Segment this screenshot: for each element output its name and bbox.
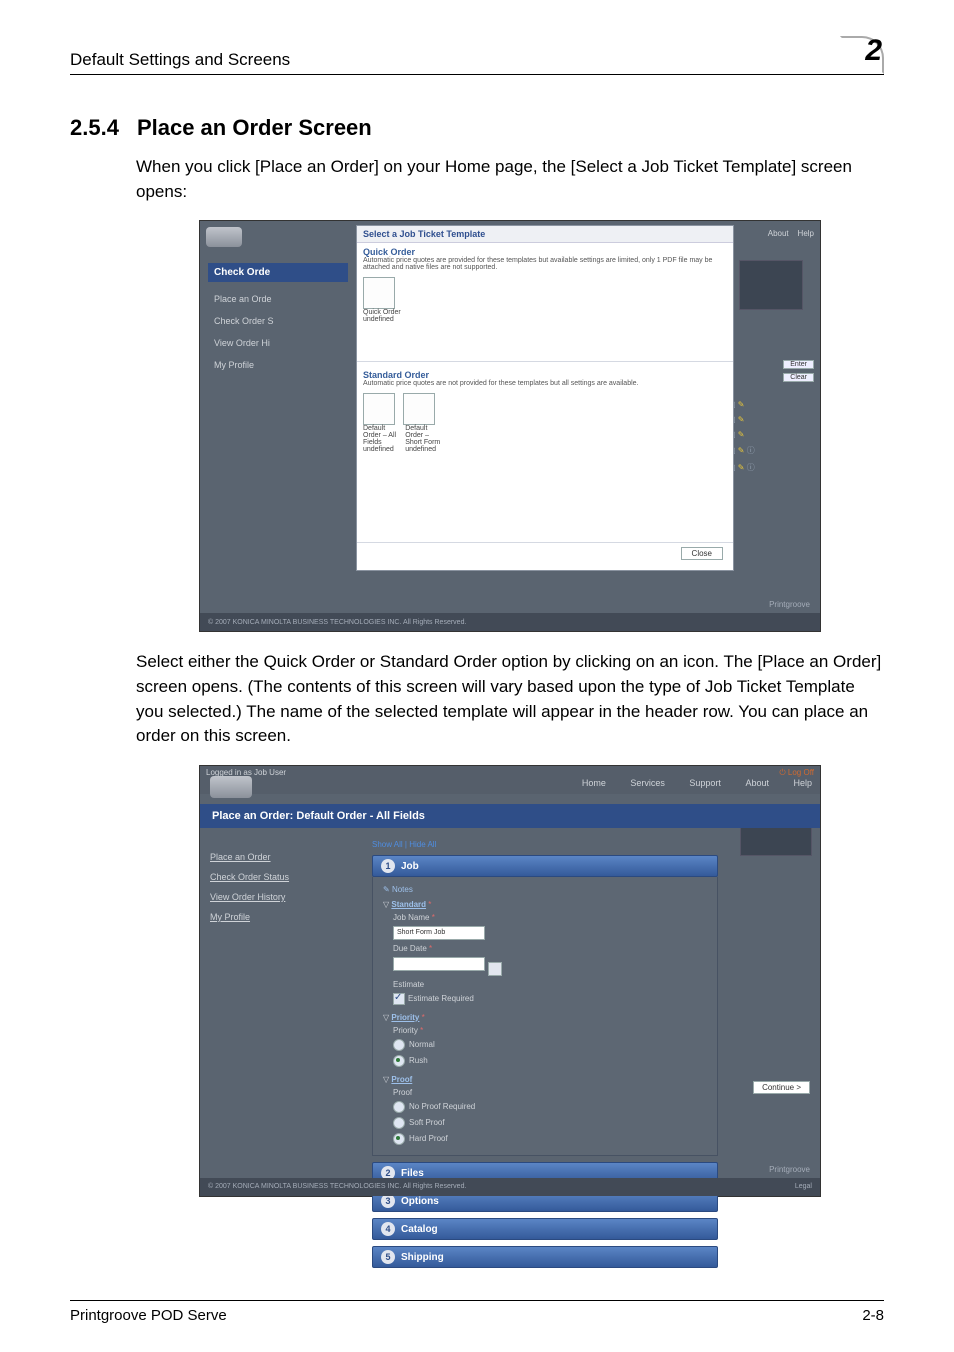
clear-button[interactable]: Clear <box>783 373 814 382</box>
topnav-about[interactable]: About <box>745 778 769 788</box>
nav-view-history[interactable]: View Order History <box>210 892 370 902</box>
standard-template-2-undef: undefined <box>405 446 436 453</box>
accordion-job[interactable]: 1Job <box>372 855 718 877</box>
accordion-shipping[interactable]: 5Shipping <box>372 1246 718 1268</box>
standard-template-icon-2[interactable] <box>403 393 435 425</box>
proof-none-radio[interactable] <box>393 1101 405 1113</box>
priority-label: Priority * <box>393 1026 707 1035</box>
job-name-label: Job Name * <box>393 913 707 922</box>
standard-order-desc: Automatic price quotes are not provided … <box>363 380 727 387</box>
notes-link[interactable]: Notes <box>392 885 413 894</box>
nav-my-profile[interactable]: My Profile <box>200 354 356 376</box>
select-template-dialog: Select a Job Ticket Template Quick Order… <box>356 225 734 571</box>
hide-all-link[interactable]: Hide All <box>409 840 436 849</box>
job-panel: ✎ Notes ▽ Standard * Job Name * Short Fo… <box>372 877 718 1156</box>
proof-soft-radio[interactable] <box>393 1117 405 1129</box>
section-title: Place an Order Screen <box>137 115 372 141</box>
brand-logo <box>210 776 252 798</box>
standard-template-2-label: Default Order – Short Form <box>405 425 440 446</box>
brand-logo <box>206 227 242 247</box>
job-name-input[interactable]: Short Form Job <box>393 926 485 940</box>
legal-link[interactable]: Legal <box>795 1183 812 1190</box>
close-button[interactable]: Close <box>681 547 723 560</box>
proof-hard-label: Hard Proof <box>409 1134 448 1143</box>
due-date-label: Due Date * <box>393 944 707 953</box>
topnav-support[interactable]: Support <box>689 778 721 788</box>
section-number: 2.5.4 <box>70 115 119 141</box>
standard-template-icon-1[interactable] <box>363 393 395 425</box>
proof-soft-label: Soft Proof <box>409 1118 445 1127</box>
edit-row[interactable]: ▣ ✎ <box>728 415 814 424</box>
edit-row[interactable]: ▣ ✎ <box>728 400 814 409</box>
chapter-number: 2 <box>865 34 882 68</box>
quick-order-desc: Automatic price quotes are provided for … <box>363 257 727 271</box>
topnav-help[interactable]: Help <box>798 229 814 238</box>
standard-template-1-undef: undefined <box>363 446 394 453</box>
accordion-num-catalog: 4 <box>381 1222 395 1236</box>
continue-button[interactable]: Continue > <box>753 1081 810 1094</box>
estimate-required-label: Estimate Required <box>408 994 474 1003</box>
topnav-about[interactable]: About <box>768 229 789 238</box>
quick-order-heading: Quick Order <box>363 247 727 257</box>
footer-product: Printgroove POD Serve <box>70 1307 227 1324</box>
dialog-title: Select a Job Ticket Template <box>357 226 733 243</box>
nav-check-status[interactable]: Check Order S <box>200 310 356 332</box>
accordion-num-job: 1 <box>381 859 395 873</box>
running-header: Default Settings and Screens <box>70 50 290 70</box>
page-banner: Place an Order: Default Order - All Fiel… <box>200 804 820 828</box>
nav-view-history[interactable]: View Order Hi <box>200 332 356 354</box>
screenshot-select-template: Check Orde Place an Orde Check Order S V… <box>199 220 821 632</box>
accordion-catalog[interactable]: 4Catalog <box>372 1218 718 1240</box>
accordion-num-shipping: 5 <box>381 1250 395 1264</box>
topnav-home[interactable]: Home <box>582 778 606 788</box>
priority-rush-label: Rush <box>409 1056 428 1065</box>
estimate-required-checkbox[interactable] <box>393 993 405 1005</box>
nav-check-status[interactable]: Check Order Status <box>210 872 370 882</box>
quick-order-undefined: undefined <box>363 316 394 323</box>
edit-row[interactable]: ▣ ✎ ⓘ <box>728 445 814 456</box>
copyright-text: © 2007 KONICA MINOLTA BUSINESS TECHNOLOG… <box>208 619 466 626</box>
proof-none-label: No Proof Required <box>409 1102 475 1111</box>
nav-place-order[interactable]: Place an Order <box>210 852 370 862</box>
page-banner: Check Orde <box>208 263 348 282</box>
priority-section[interactable]: Priority <box>391 1013 419 1022</box>
priority-normal-label: Normal <box>409 1040 435 1049</box>
proof-section[interactable]: Proof <box>391 1075 412 1084</box>
quick-order-template-icon[interactable] <box>363 277 395 309</box>
topnav-help[interactable]: Help <box>793 778 812 788</box>
edit-row[interactable]: ▣ ✎ ⓘ <box>728 462 814 473</box>
due-date-input[interactable] <box>393 957 485 971</box>
estimate-heading: Estimate <box>393 980 707 989</box>
enter-button[interactable]: Enter <box>783 360 814 369</box>
priority-normal-radio[interactable] <box>393 1039 405 1051</box>
priority-rush-radio[interactable] <box>393 1055 405 1067</box>
topnav-services[interactable]: Services <box>630 778 665 788</box>
printgroove-logo: Printgroove <box>769 1165 810 1174</box>
show-all-link[interactable]: Show All <box>372 840 403 849</box>
intro-paragraph-2: Select either the Quick Order or Standar… <box>136 650 884 749</box>
intro-paragraph-1: When you click [Place an Order] on your … <box>136 155 884 204</box>
nav-place-order[interactable]: Place an Orde <box>200 288 356 310</box>
copyright-text: © 2007 KONICA MINOLTA BUSINESS TECHNOLOG… <box>208 1183 466 1190</box>
standard-order-heading: Standard Order <box>363 370 727 380</box>
operator-avatar <box>739 260 803 310</box>
quick-order-template-label: Quick Order <box>363 309 401 316</box>
screenshot-place-order: Logged in as Job User ⏻ Log Off Home Ser… <box>199 765 821 1197</box>
proof-label: Proof <box>393 1088 707 1097</box>
calendar-icon[interactable] <box>488 962 502 976</box>
standard-template-1-label: Default Order – All Fields <box>363 425 396 446</box>
edit-row[interactable]: ▣ ✎ <box>728 430 814 439</box>
logoff-link[interactable]: ⏻ Log Off <box>779 768 814 778</box>
footer-page-number: 2-8 <box>862 1307 884 1324</box>
proof-hard-radio[interactable] <box>393 1133 405 1145</box>
printgroove-logo: Printgroove <box>769 600 810 609</box>
standard-section[interactable]: Standard <box>391 900 426 909</box>
chapter-ornament: 2 <box>838 36 884 70</box>
nav-my-profile[interactable]: My Profile <box>210 912 370 922</box>
